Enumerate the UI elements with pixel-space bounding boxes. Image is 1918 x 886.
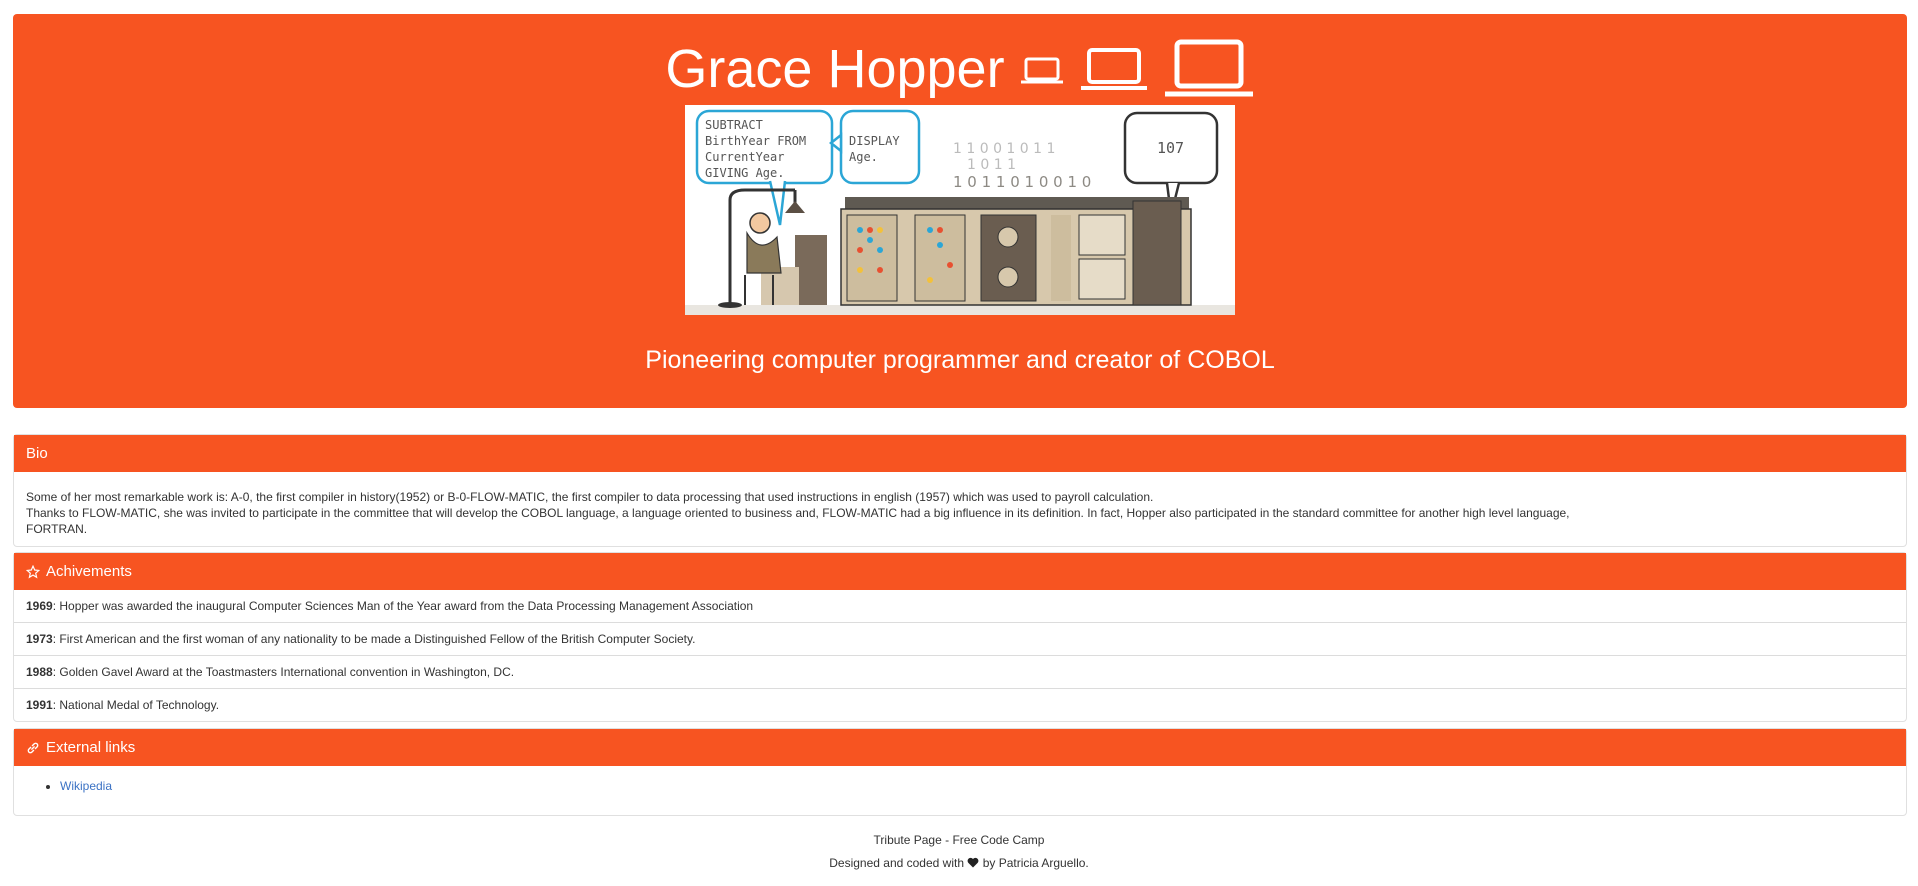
title-row: Grace Hopper	[13, 32, 1907, 106]
achievements-heading: Achivements	[14, 553, 1906, 590]
bubble-left-line-3: CurrentYear	[705, 150, 784, 164]
links-heading: External links	[14, 729, 1906, 766]
bubble-mid-line-1: DISPLAY	[849, 134, 900, 148]
footer-line-2: Designed and coded with by Patricia Argu…	[0, 856, 1918, 870]
bio-body: Some of her most remarkable work is: A-0…	[14, 472, 1906, 547]
bio-line-1: Some of her most remarkable work is: A-0…	[26, 490, 1154, 504]
laptop-icon	[1020, 57, 1063, 84]
list-item: 1991: National Medal of Technology.	[14, 688, 1906, 721]
star-icon	[26, 564, 40, 578]
footer-line-1: Tribute Page - Free Code Camp	[873, 833, 1045, 847]
bubble-left-line-4: GIVING Age.	[705, 166, 784, 180]
links-body: Wikipedia	[14, 766, 1906, 804]
link-icon	[27, 742, 39, 753]
binary-row-2: 1 0 1 1	[967, 157, 1016, 173]
heart-icon	[967, 857, 979, 868]
bio-heading: Bio	[14, 435, 1906, 472]
achievement-text: : Golden Gavel Award at the Toastmasters…	[52, 665, 515, 679]
list-item: 1969: Hopper was awarded the inaugural C…	[14, 590, 1906, 622]
binary-row-1: 1 1 0 0 1 0 1 1	[953, 141, 1055, 157]
footer-credit-pre: Designed and coded with	[829, 856, 964, 870]
bubble-left-line-2: BirthYear FROM	[705, 134, 806, 148]
achievement-year: 1988	[26, 665, 53, 679]
achievement-text: : National Medal of Technology.	[52, 698, 220, 712]
footer-credit-post: by Patricia Arguello.	[982, 856, 1089, 870]
links-panel: External links Wikipedia	[13, 728, 1907, 816]
links-heading-label: External links	[46, 739, 136, 756]
laptop-icon	[1080, 48, 1147, 90]
binary-row-3: 1 0 1 1 0 1 0 0 1 0	[953, 173, 1091, 191]
achievements-heading-label: Achivements	[46, 563, 132, 580]
bio-line-3: FORTRAN.	[26, 522, 88, 536]
list-item: Wikipedia	[60, 778, 1894, 794]
list-item: 1973: First American and the first woman…	[14, 622, 1906, 655]
wikipedia-link[interactable]: Wikipedia	[60, 779, 112, 793]
achievement-year: 1973	[26, 632, 53, 646]
hero-illustration: SUBTRACT BirthYear FROM CurrentYear GIVI…	[685, 105, 1235, 315]
achievement-year: 1991	[26, 698, 53, 712]
bubble-right-value: 107	[1157, 139, 1184, 157]
bubble-left-line-1: SUBTRACT	[705, 118, 763, 132]
grace-hopper-doodle: SUBTRACT BirthYear FROM CurrentYear GIVI…	[685, 105, 1235, 315]
hero-banner: Grace Hopper SUBTRACT BirthYear FROM Cur…	[13, 14, 1907, 408]
achievements-list: 1969: Hopper was awarded the inaugural C…	[14, 590, 1906, 721]
bio-line-2: Thanks to FLOW-MATIC, she was invited to…	[26, 506, 1570, 520]
links-list: Wikipedia	[26, 778, 1894, 794]
achievement-year: 1969	[26, 599, 53, 613]
page-tagline: Pioneering computer programmer and creat…	[645, 346, 1275, 374]
laptop-icon	[1164, 39, 1253, 97]
bio-heading-label: Bio	[26, 445, 48, 462]
achievement-text: : Hopper was awarded the inaugural Compu…	[52, 599, 754, 613]
list-item: 1988: Golden Gavel Award at the Toastmas…	[14, 655, 1906, 688]
achievement-text: : First American and the first woman of …	[52, 632, 696, 646]
bubble-mid-line-2: Age.	[849, 150, 878, 164]
achievements-panel: Achivements 1969: Hopper was awarded the…	[13, 552, 1907, 722]
bio-panel: Bio Some of her most remarkable work is:…	[13, 434, 1907, 547]
page-title: Grace Hopper	[665, 39, 1005, 99]
